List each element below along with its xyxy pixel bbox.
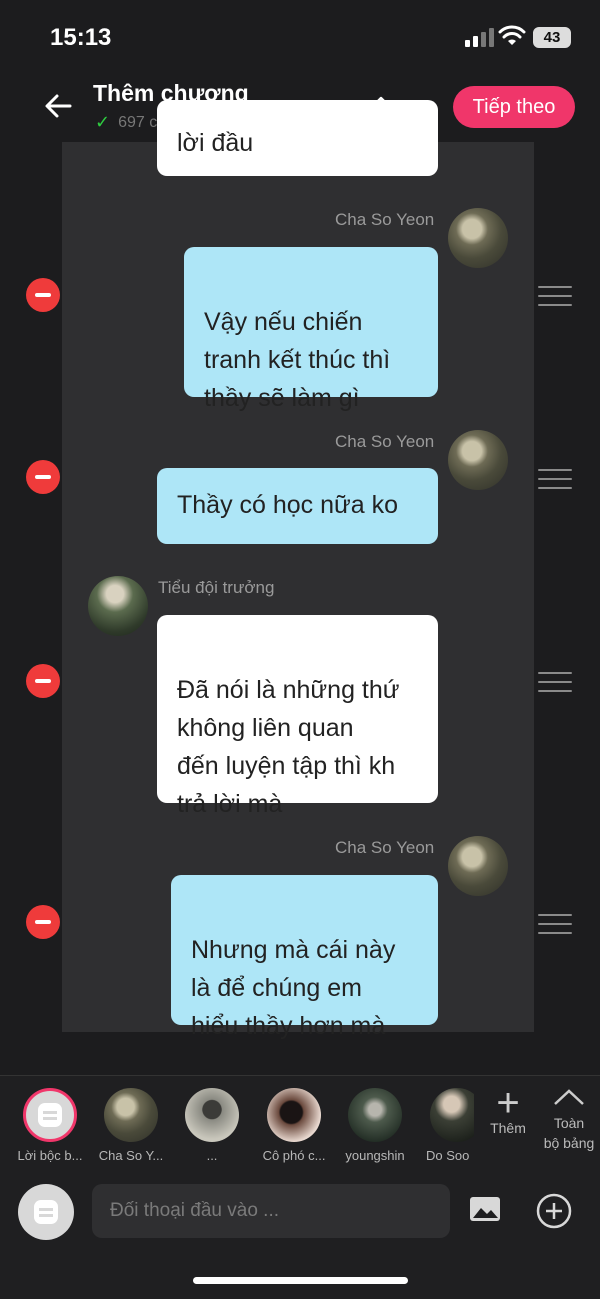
next-button[interactable]: Tiếp theo [453, 86, 575, 128]
status-bar: 15:13 43 [0, 0, 600, 70]
avatar [104, 1088, 158, 1142]
character-selector: Lời bộc b... Cha So Y... ... Cô phó c...… [0, 1076, 600, 1176]
pencil-icon[interactable] [360, 92, 392, 124]
back-arrow-icon[interactable] [40, 88, 76, 124]
plus-icon: + [496, 1081, 520, 1125]
narration-icon [23, 1088, 77, 1142]
full-board-button[interactable]: Toàn bộ bảng [538, 1086, 600, 1153]
chevron-up-icon [554, 1089, 584, 1105]
narration-toggle-button[interactable] [18, 1184, 74, 1240]
add-character-button[interactable]: + Thêm [484, 1081, 532, 1136]
delete-message-icon[interactable] [26, 460, 60, 494]
image-icon[interactable] [468, 1194, 502, 1224]
drag-handle-icon[interactable] [538, 672, 572, 692]
add-label: Thêm [490, 1120, 526, 1136]
add-circle-icon[interactable] [536, 1193, 572, 1229]
character-label: Cha So Y... [98, 1148, 164, 1163]
full-board-label: Toàn bộ bảng [543, 1115, 595, 1151]
more-icon[interactable] [405, 92, 441, 124]
signal-icon [465, 28, 494, 47]
delete-message-icon[interactable] [26, 664, 60, 698]
character-youngshin[interactable]: youngshin [339, 1088, 411, 1163]
header: Thêm chương ✓ 697 chữ Tiếp theo [0, 70, 600, 142]
character-label: ... [206, 1148, 218, 1163]
character-cha-so-yeon[interactable]: Cha So Y... [95, 1088, 167, 1163]
dialogue-input[interactable] [92, 1184, 450, 1238]
character-label: youngshin [345, 1148, 405, 1163]
chat-panel [62, 142, 534, 1032]
character-unknown[interactable]: ... [176, 1088, 248, 1163]
input-row [0, 1176, 600, 1256]
character-label: Lời bộc b... [17, 1148, 83, 1163]
avatar [267, 1088, 321, 1142]
battery-icon: 43 [533, 27, 571, 48]
drag-handle-icon[interactable] [538, 469, 572, 489]
drag-handle-icon[interactable] [538, 914, 572, 934]
home-indicator [193, 1277, 408, 1284]
character-do-soo[interactable]: Do Soo [420, 1088, 474, 1163]
drag-handle-icon[interactable] [538, 286, 572, 306]
word-count-label: 697 chữ [118, 113, 177, 131]
avatar [430, 1088, 474, 1142]
check-icon: ✓ [95, 112, 111, 132]
page-title: Thêm chương [93, 80, 249, 106]
word-count: ✓ 697 chữ [95, 112, 177, 133]
character-label: Cô phó c... [262, 1148, 326, 1163]
character-label: Do Soo [426, 1148, 470, 1163]
character-co-pho[interactable]: Cô phó c... [258, 1088, 330, 1163]
character-narration[interactable]: Lời bộc b... [14, 1088, 86, 1163]
delete-message-icon[interactable] [26, 905, 60, 939]
avatar [185, 1088, 239, 1142]
status-time: 15:13 [50, 24, 112, 51]
delete-message-icon[interactable] [26, 278, 60, 312]
avatar [348, 1088, 402, 1142]
bottom-panel: Lời bộc b... Cha So Y... ... Cô phó c...… [0, 1075, 600, 1299]
wifi-icon [498, 25, 526, 45]
